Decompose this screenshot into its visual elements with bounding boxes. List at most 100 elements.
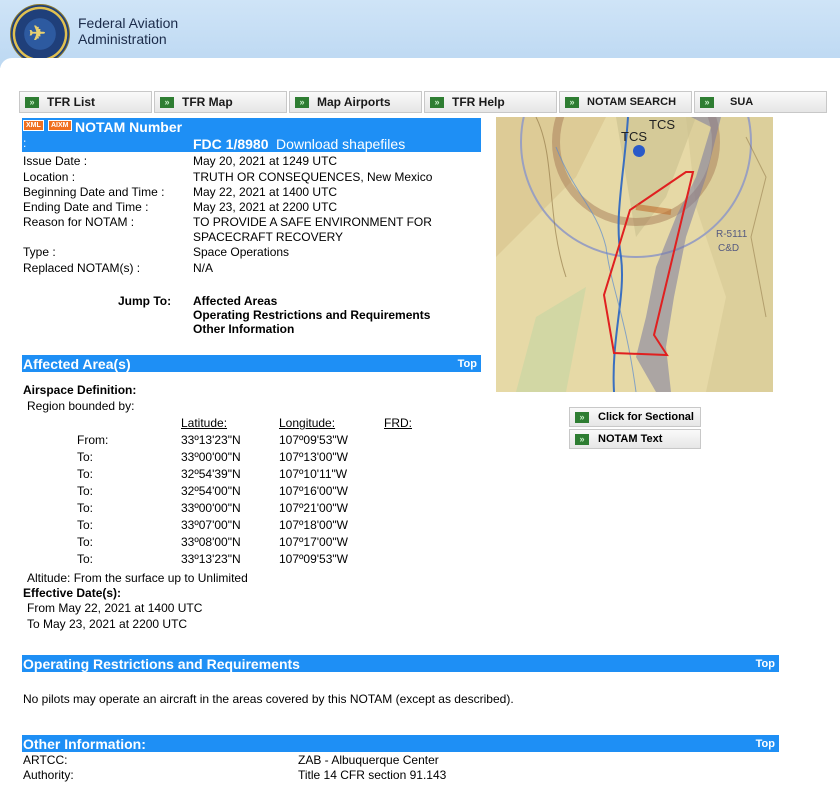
notam-number: FDC 1/8980 <box>193 136 269 152</box>
nav-tfr-map[interactable]: » TFR Map <box>154 91 287 113</box>
end-date-value: May 23, 2021 at 2200 UTC <box>193 200 338 214</box>
header-divider <box>0 58 840 70</box>
effective-from: From May 22, 2021 at 1400 UTC <box>27 601 203 615</box>
affected-areas-heading: Affected Area(s) <box>23 356 131 372</box>
nav-label: NOTAM SEARCH <box>587 96 677 108</box>
nav-tfr-list[interactable]: » TFR List <box>19 91 152 113</box>
map-label-tcs-2: TCS <box>649 117 675 132</box>
faa-seal-logo[interactable]: ✈ <box>10 4 70 64</box>
coord-row-longitude: 107º18'00"W <box>279 518 348 532</box>
arrow-icon: » <box>430 96 444 108</box>
aixm-badge[interactable]: AIXM <box>48 120 72 131</box>
download-shapefiles-link[interactable]: Download shapefiles <box>276 136 405 152</box>
jump-restrictions-link[interactable]: Operating Restrictions and Requirements <box>193 308 430 322</box>
jump-affected-areas-link[interactable]: Affected Areas <box>193 294 277 308</box>
coord-row-latitude: 32º54'39"N <box>181 467 241 481</box>
coord-row-latitude: 33º13'23"N <box>181 552 241 566</box>
replaced-label: Replaced NOTAM(s) : <box>23 261 141 275</box>
reason-label: Reason for NOTAM : <box>23 215 135 229</box>
nav-label: TFR List <box>47 95 95 109</box>
coord-row-latitude: 33º08'00"N <box>181 535 241 549</box>
nav-tfr-help[interactable]: » TFR Help <box>424 91 557 113</box>
airspace-definition-label: Airspace Definition: <box>23 383 137 397</box>
authority-value: Title 14 CFR section 91.143 <box>298 768 447 782</box>
notam-text-label: NOTAM Text <box>598 433 663 445</box>
coord-row-latitude: 33º07'00"N <box>181 518 241 532</box>
region-bounded-label: Region bounded by: <box>27 399 135 413</box>
notam-number-title: NOTAM Number <box>75 119 183 135</box>
reason-value-line2: SPACECRAFT RECOVERY <box>193 230 344 244</box>
issue-date-label: Issue Date : <box>23 154 88 168</box>
longitude-header: Longitude: <box>279 416 336 430</box>
location-value: TRUTH OR CONSEQUENCES, New Mexico <box>193 170 433 184</box>
coord-row-label: To: <box>77 501 94 515</box>
jump-to-label: Jump To: <box>118 294 172 308</box>
nav-label: TFR Help <box>452 95 505 109</box>
type-label: Type : <box>23 245 56 259</box>
effective-to: To May 23, 2021 at 2200 UTC <box>27 617 188 631</box>
affected-top-link[interactable]: Top <box>458 358 477 370</box>
coord-row-label: To: <box>77 484 94 498</box>
nav-map-airports[interactable]: » Map Airports <box>289 91 422 113</box>
latitude-header: Latitude: <box>181 416 228 430</box>
coord-row-label: To: <box>77 467 94 481</box>
restrictions-text: No pilots may operate an aircraft in the… <box>23 692 514 706</box>
coord-row-longitude: 107º16'00"W <box>279 484 348 498</box>
nav-label: TFR Map <box>182 95 233 109</box>
notam-colon: : <box>23 136 27 150</box>
sectional-button[interactable]: » Click for Sectional <box>569 407 701 427</box>
arrow-icon: » <box>295 96 309 108</box>
map-label-r5111: R-5111 <box>716 229 748 240</box>
artcc-value: ZAB - Albuquerque Center <box>298 753 439 767</box>
arrow-icon: » <box>565 96 579 108</box>
issue-date-value: May 20, 2021 at 1249 UTC <box>193 154 338 168</box>
arrow-icon: » <box>700 96 714 108</box>
nav-label: Map Airports <box>317 95 391 109</box>
sectional-map[interactable]: R-5111 C&D TCS TCS <box>496 117 773 392</box>
site-header: ✈ Federal Aviation Administration <box>0 0 840 70</box>
replaced-value: N/A <box>193 261 214 275</box>
affected-areas-bar: Affected Area(s) Top <box>22 355 481 372</box>
coord-row-label: To: <box>77 450 94 464</box>
map-label-tcs-1: TCS <box>621 129 647 144</box>
restrictions-top-link[interactable]: Top <box>756 658 775 670</box>
type-value: Space Operations <box>193 245 290 259</box>
frd-header: FRD: <box>384 416 412 430</box>
coord-row-latitude: 33º00'00"N <box>181 501 241 515</box>
coord-row-longitude: 107º13'00"W <box>279 450 348 464</box>
sectional-label: Click for Sectional <box>598 411 694 423</box>
coord-row-label: To: <box>77 518 94 532</box>
xml-badge[interactable]: XML <box>23 120 44 131</box>
other-top-link[interactable]: Top <box>756 738 775 750</box>
coord-row-longitude: 107º09'53"W <box>279 552 348 566</box>
arrow-icon: » <box>575 433 589 445</box>
map-graphic: R-5111 C&D TCS TCS <box>496 117 773 392</box>
reason-value: TO PROVIDE A SAFE ENVIRONMENT FOR <box>193 215 432 229</box>
coord-row-latitude: 33º13'23"N <box>181 433 241 447</box>
arrow-icon: » <box>575 411 589 423</box>
other-info-bar: Other Information: Top <box>22 735 779 752</box>
end-date-label: Ending Date and Time : <box>23 200 149 214</box>
location-label: Location : <box>23 170 76 184</box>
coord-row-longitude: 107º17'00"W <box>279 535 348 549</box>
other-info-heading: Other Information: <box>23 736 146 752</box>
faa-title-line1: Federal Aviation <box>78 15 179 31</box>
nav-notam-search[interactable]: » NOTAM SEARCH <box>559 91 692 113</box>
jump-other-info-link[interactable]: Other Information <box>193 322 294 336</box>
nav-sua[interactable]: » SUA <box>694 91 827 113</box>
nav-label: SUA <box>730 96 754 108</box>
airport-icon <box>633 145 645 157</box>
coord-row-label: From: <box>77 433 109 447</box>
notam-header-bar: XML AIXM NOTAM Number : FDC 1/8980 Downl… <box>22 118 481 152</box>
coord-row-label: To: <box>77 535 94 549</box>
coord-row-longitude: 107º10'11"W <box>279 467 348 481</box>
coord-row-label: To: <box>77 552 94 566</box>
begin-date-label: Beginning Date and Time : <box>23 185 165 199</box>
altitude-text: Altitude: From the surface up to Unlimit… <box>27 571 248 585</box>
restrictions-heading: Operating Restrictions and Requirements <box>23 656 300 672</box>
authority-label: Authority: <box>23 768 74 782</box>
notam-text-button[interactable]: » NOTAM Text <box>569 429 701 449</box>
coord-row-latitude: 33º00'00"N <box>181 450 241 464</box>
faa-title[interactable]: Federal Aviation Administration <box>78 15 178 47</box>
begin-date-value: May 22, 2021 at 1400 UTC <box>193 185 338 199</box>
